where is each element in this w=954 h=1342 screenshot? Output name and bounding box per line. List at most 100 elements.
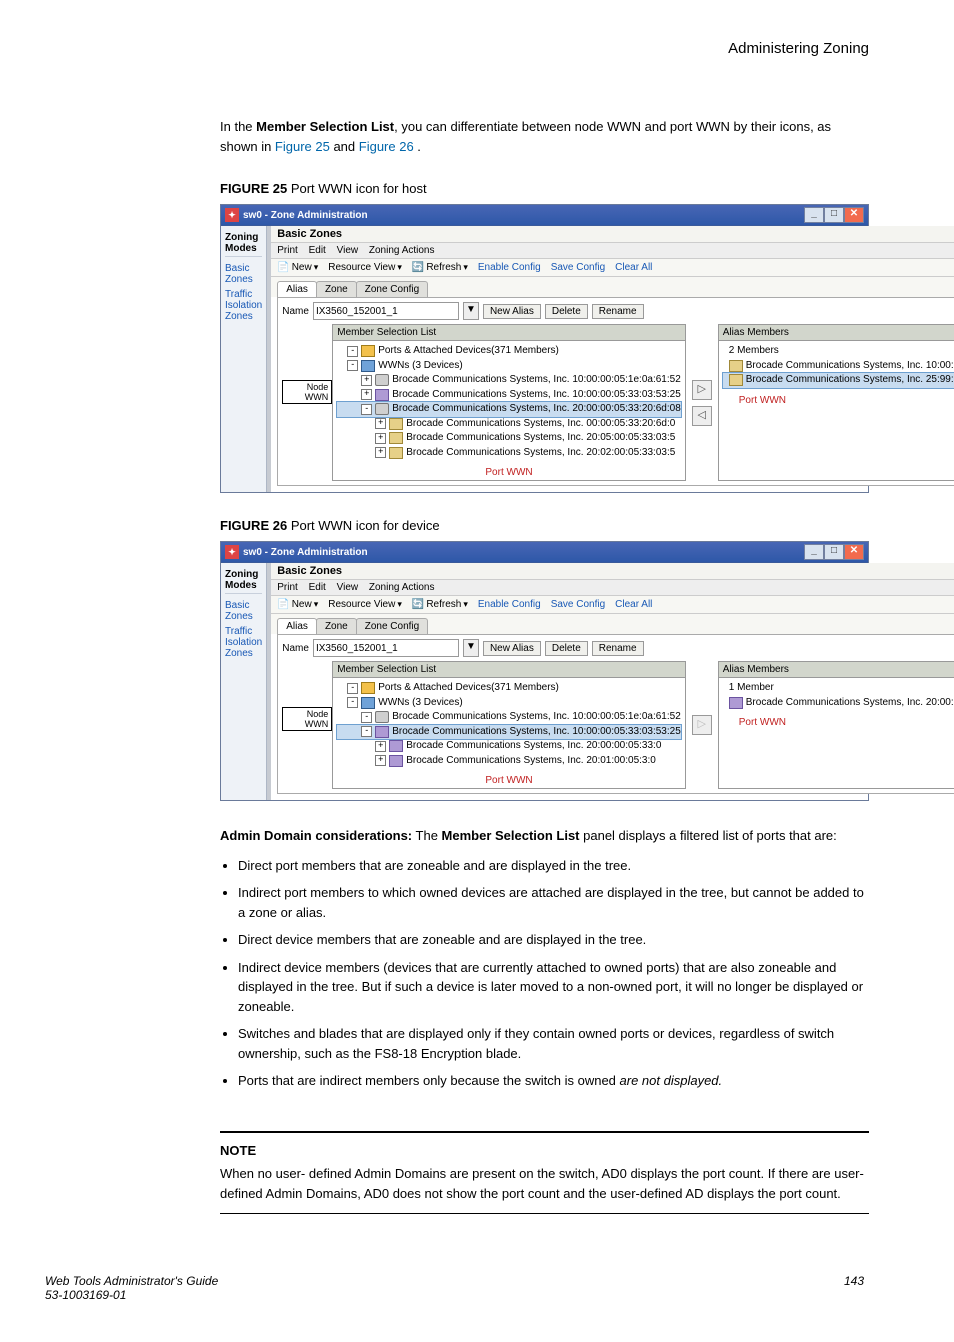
- add-member-button[interactable]: ▷: [692, 715, 712, 735]
- new-alias-button[interactable]: New Alias: [483, 304, 541, 319]
- bullet-3: Direct device members that are zoneable …: [238, 930, 869, 950]
- add-member-button[interactable]: ▷: [692, 380, 712, 400]
- tab-zone[interactable]: Zone: [316, 618, 357, 634]
- new-dropdown[interactable]: 📄 New: [277, 262, 318, 273]
- nav-traffic-isolation[interactable]: Traffic Isolation Zones: [225, 624, 262, 661]
- new-label: New: [292, 599, 312, 610]
- expand-icon[interactable]: +: [361, 375, 372, 386]
- tab-zone-config[interactable]: Zone Config: [356, 618, 428, 634]
- expand-icon[interactable]: -: [361, 726, 372, 737]
- minimize-button[interactable]: _: [804, 207, 824, 223]
- minimize-button[interactable]: _: [804, 544, 824, 560]
- remove-member-button[interactable]: ◁: [692, 406, 712, 426]
- tree-row[interactable]: -WWNs (3 Devices): [337, 696, 681, 711]
- figure-26-link[interactable]: Figure 26: [359, 139, 414, 154]
- tree-row[interactable]: -Brocade Communications Systems, Inc. 20…: [337, 402, 681, 417]
- wwn-icon: [361, 360, 375, 372]
- tree-label: Brocade Communications Systems, Inc. 00:…: [406, 417, 675, 432]
- list-label: Brocade Communications Systems, Inc. 10:…: [746, 359, 954, 374]
- menu-edit[interactable]: Edit: [309, 582, 326, 593]
- new-alias-button[interactable]: New Alias: [483, 641, 541, 656]
- name-input[interactable]: [313, 639, 459, 657]
- expand-icon[interactable]: -: [347, 697, 358, 708]
- list-item[interactable]: Brocade Communications Systems, Inc. 10:…: [723, 359, 954, 374]
- expand-icon[interactable]: +: [375, 447, 386, 458]
- menu-zoning-actions[interactable]: Zoning Actions: [369, 582, 435, 593]
- close-button[interactable]: ✕: [844, 207, 864, 223]
- menu-view[interactable]: View: [337, 582, 359, 593]
- close-button[interactable]: ✕: [844, 544, 864, 560]
- tree-row[interactable]: + Brocade Communications Systems, Inc. 10…: [337, 373, 681, 388]
- refresh-dropdown[interactable]: 🔄 Refresh: [412, 262, 468, 273]
- tree-row[interactable]: -Ports & Attached Devices(371 Members): [337, 681, 681, 696]
- menu-print[interactable]: Print: [277, 582, 298, 593]
- delete-button[interactable]: Delete: [545, 304, 588, 319]
- expand-icon[interactable]: +: [375, 741, 386, 752]
- tree-row[interactable]: -Brocade Communications Systems, Inc. 10…: [337, 725, 681, 740]
- enable-config-link[interactable]: Enable Config: [478, 262, 541, 273]
- resource-view-dropdown[interactable]: Resource View: [328, 599, 402, 610]
- expand-icon[interactable]: -: [361, 404, 372, 415]
- list-item[interactable]: Brocade Communications Systems, Inc. 20:…: [723, 696, 954, 711]
- name-dropdown-arrow[interactable]: ▼: [463, 639, 479, 657]
- expand-icon[interactable]: +: [375, 433, 386, 444]
- menu-edit[interactable]: Edit: [309, 245, 326, 256]
- bullet-6-italic: are not displayed.: [620, 1073, 723, 1088]
- tab-zone[interactable]: Zone: [316, 281, 357, 297]
- footer-page: 143: [844, 1274, 864, 1302]
- expand-icon[interactable]: -: [347, 683, 358, 694]
- delete-button[interactable]: Delete: [545, 641, 588, 656]
- clear-all-link[interactable]: Clear All: [615, 599, 652, 610]
- nav-traffic-isolation[interactable]: Traffic Isolation Zones: [225, 287, 262, 324]
- menu-zoning-actions[interactable]: Zoning Actions: [369, 245, 435, 256]
- dev-icon: [375, 374, 389, 386]
- expand-icon[interactable]: +: [375, 755, 386, 766]
- tree-row[interactable]: +Brocade Communications Systems, Inc. 20…: [337, 446, 681, 461]
- rename-button[interactable]: Rename: [592, 304, 644, 319]
- menu-view[interactable]: View: [337, 245, 359, 256]
- tree-label: Brocade Communications Systems, Inc. 10:…: [392, 388, 681, 403]
- tree-row[interactable]: -Brocade Communications Systems, Inc. 10…: [337, 710, 681, 725]
- tab-alias[interactable]: Alias: [277, 618, 317, 634]
- tree-row[interactable]: + Brocade Communications Systems, Inc. 10…: [337, 388, 681, 403]
- expand-icon[interactable]: +: [361, 389, 372, 400]
- name-input[interactable]: [313, 302, 459, 320]
- resource-label: Resource View: [328, 599, 395, 610]
- expand-icon[interactable]: -: [347, 346, 358, 357]
- intro-strong: Member Selection List: [256, 119, 394, 134]
- rename-button[interactable]: Rename: [592, 641, 644, 656]
- tree-row[interactable]: -WWNs (3 Devices): [337, 359, 681, 374]
- tree-row[interactable]: +Brocade Communications Systems, Inc. 20…: [337, 754, 681, 769]
- nav-basic-zones[interactable]: Basic Zones: [225, 261, 262, 287]
- list-label: Brocade Communications Systems, Inc. 25:…: [746, 373, 954, 388]
- new-dropdown[interactable]: 📄 New: [277, 599, 318, 610]
- list-item[interactable]: Brocade Communications Systems, Inc. 25:…: [723, 373, 954, 388]
- name-dropdown-arrow[interactable]: ▼: [463, 302, 479, 320]
- maximize-button[interactable]: □: [824, 207, 844, 223]
- member-tree[interactable]: -Ports & Attached Devices(371 Members)-W…: [333, 341, 685, 463]
- save-config-link[interactable]: Save Config: [551, 599, 605, 610]
- tree-label: Brocade Communications Systems, Inc. 10:…: [392, 373, 681, 388]
- expand-icon[interactable]: -: [347, 360, 358, 371]
- resource-view-dropdown[interactable]: Resource View: [328, 262, 402, 273]
- tree-row[interactable]: +Brocade Communications Systems, Inc. 20…: [337, 739, 681, 754]
- nav-basic-zones[interactable]: Basic Zones: [225, 598, 262, 624]
- port-icon: [361, 345, 375, 357]
- save-config-link[interactable]: Save Config: [551, 262, 605, 273]
- figure-25-link[interactable]: Figure 25: [275, 139, 330, 154]
- alias-members-list: Alias Members 1 Member Brocade Communica…: [718, 661, 954, 789]
- tree-row[interactable]: -Ports & Attached Devices(371 Members): [337, 344, 681, 359]
- tab-alias[interactable]: Alias: [277, 281, 317, 297]
- menu-print[interactable]: Print: [277, 245, 298, 256]
- tree-row[interactable]: + Brocade Communications Systems, Inc. 00…: [337, 417, 681, 432]
- tree-row[interactable]: +Brocade Communications Systems, Inc. 20…: [337, 431, 681, 446]
- menubar: Print Edit View Zoning Actions: [271, 580, 954, 596]
- expand-icon[interactable]: +: [375, 418, 386, 429]
- refresh-dropdown[interactable]: 🔄 Refresh: [412, 599, 468, 610]
- maximize-button[interactable]: □: [824, 544, 844, 560]
- clear-all-link[interactable]: Clear All: [615, 262, 652, 273]
- enable-config-link[interactable]: Enable Config: [478, 599, 541, 610]
- member-tree[interactable]: -Ports & Attached Devices(371 Members)-W…: [333, 678, 685, 771]
- expand-icon[interactable]: -: [361, 712, 372, 723]
- tab-zone-config[interactable]: Zone Config: [356, 281, 428, 297]
